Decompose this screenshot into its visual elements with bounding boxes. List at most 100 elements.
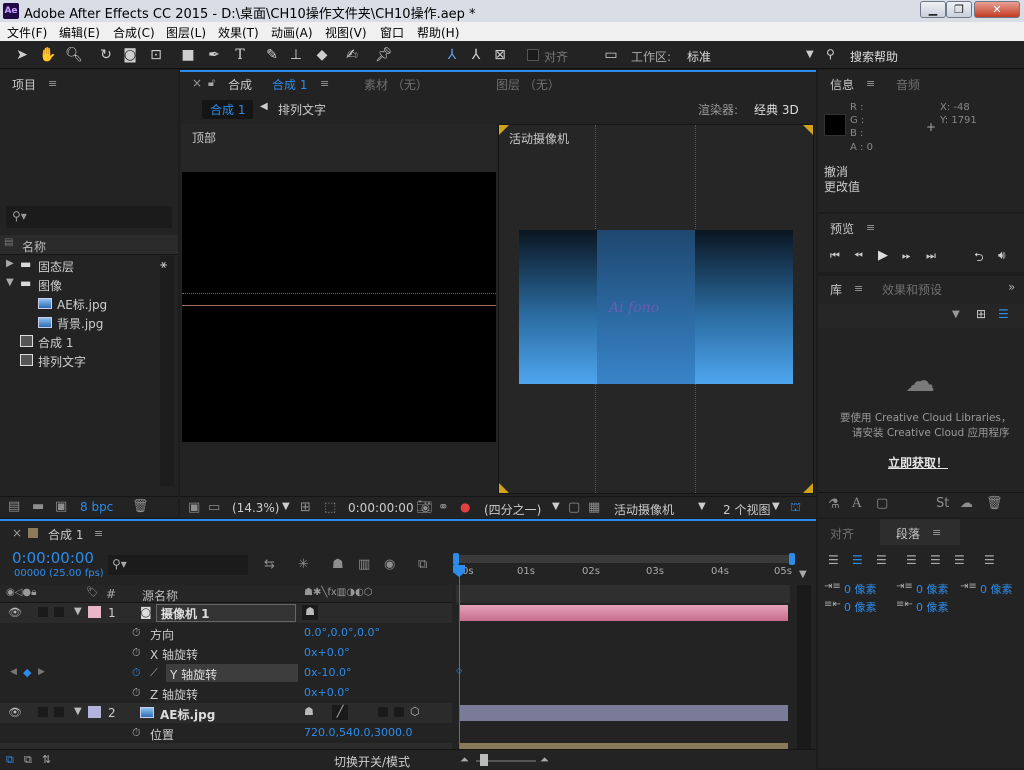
camera-select[interactable]: 活动摄像机 [614,501,674,518]
zoom-select[interactable]: (14.3%) [232,501,279,515]
last-frame-icon[interactable]: ⏭ [926,249,936,263]
time-ruler[interactable]: 0s 01s 02s 03s 04s 05s [456,565,792,583]
clone-stamp-tool-icon[interactable]: ⊥ [286,45,306,65]
pan-behind-tool-icon[interactable]: ⊡ [146,45,166,65]
layer-name[interactable]: AE标.jpg [160,706,215,723]
work-area-bar[interactable] [456,585,790,603]
tab-preview[interactable]: 预览 [830,220,854,237]
switch-toggle[interactable] [378,707,388,717]
snap-checkbox[interactable] [527,49,539,61]
add-content-icon[interactable]: ⚗ [828,497,840,512]
camera-tool-icon[interactable]: ◙ [120,45,140,65]
panel-menu-icon[interactable]: ≡ [48,77,57,90]
in-out-pane-icon[interactable]: ⇅ [42,753,51,766]
dropdown-icon[interactable]: ▼ [698,501,706,512]
align-left-icon[interactable]: ☰ [828,553,839,567]
layer-label-color[interactable] [88,706,101,718]
property-value[interactable]: 0x+0.0° [304,646,350,659]
workspace-select[interactable]: 标准 [687,48,815,65]
layer-name[interactable]: 摄像机 1 [156,604,296,622]
dropdown-icon[interactable]: ▼ [552,501,560,512]
stopwatch-icon[interactable]: ⏱︎ [132,646,141,660]
shy-switch-icon[interactable]: ☗ [302,605,318,620]
align-right-icon[interactable]: ☰ [876,553,887,567]
navigator-end-handle[interactable] [789,553,795,565]
zoom-slider-handle[interactable] [480,754,488,766]
tab-layer[interactable]: 图层 （无） [496,76,560,93]
panel-menu-icon[interactable]: ≡ [854,282,863,295]
project-scrollbar[interactable] [160,256,174,486]
tab-timeline-comp[interactable]: 合成 1 [48,526,83,543]
motion-blur-icon[interactable]: ◉ [384,557,395,572]
grid-view-icon[interactable]: ⊞ [976,307,986,321]
quality-switch-icon[interactable]: ╱ [332,705,348,720]
flowchart-icon[interactable]: ⚹ [160,257,167,272]
project-search-input[interactable]: ⚲▾ [6,206,172,228]
active-camera-view[interactable]: 活动摄像机 Ai fono [498,124,814,494]
table-row[interactable]: ⏱︎ 方向 0.0°,0.0°,0.0° [0,623,452,643]
list-item[interactable]: AE标.jpg [0,294,160,313]
shy-switch-icon[interactable]: ☗ [304,705,314,718]
first-line-indent-value[interactable]: 0 像素 [980,581,1013,597]
layer-bar-image[interactable] [460,705,788,721]
navigator-start-handle[interactable] [453,553,459,565]
adobe-stock-icon[interactable]: St [936,496,949,511]
draft-3d-icon[interactable]: ✳ [298,557,309,572]
monitor-icon[interactable]: ▭ [208,500,220,515]
dropdown-icon[interactable]: ▼ [772,501,780,512]
lock-toggle[interactable] [54,707,64,717]
collapse-icon[interactable]: ▼ [74,606,82,617]
visibility-icon[interactable]: 👁︎ [8,706,22,719]
resolution-select[interactable]: (四分之一) [484,501,541,518]
timeline-timecode[interactable]: 0:00:00:00 [12,549,94,567]
region-of-interest-icon[interactable]: ▢ [568,500,580,515]
tab-library[interactable]: 库 [830,281,842,298]
panel-menu-icon[interactable]: ≡ [866,77,875,90]
menu-effect[interactable]: 效果(T) [218,24,259,41]
stopwatch-icon[interactable]: ⏱︎ [132,666,141,680]
switch-toggle[interactable] [394,707,404,717]
top-view[interactable]: 顶部 [182,124,496,442]
trash-icon[interactable]: 🗑︎ [132,499,149,514]
table-row[interactable]: ⏱︎ 位置 720.0,540.0,3000.0 [0,723,452,743]
color-channels-icon[interactable]: ● [460,500,470,514]
visibility-icon[interactable]: 👁︎ [8,606,22,619]
collapse-icon[interactable]: ▼ [6,277,14,288]
table-row[interactable]: 👁︎ ▼ 1 ◙ 摄像机 1 ☗ [0,603,452,623]
justify-all-icon[interactable]: ☰ [984,553,995,567]
world-axis-icon[interactable]: ⅄ [466,45,486,65]
indent-right-value[interactable]: 0 像素 [844,599,877,615]
interpret-footage-icon[interactable]: ▤ [8,499,20,514]
close-tab-icon[interactable]: × [192,76,202,90]
bpc-label[interactable]: 8 bpc [80,500,113,514]
panel-menu-icon[interactable]: ≡ [866,221,875,234]
close-icon[interactable]: ✕ [974,1,1020,18]
stopwatch-icon[interactable]: ⏱︎ [132,686,141,700]
new-folder-icon[interactable]: ▬ [32,499,44,514]
table-row[interactable]: ⏱︎ Z 轴旋转 0x+0.0° [0,683,452,703]
transparency-grid-icon[interactable]: ▦ [588,500,600,515]
table-row[interactable]: 👁︎ ▼ 2 AE标.jpg ☗ ╱ ⬡ [0,703,452,723]
space-after-value[interactable]: 0 像素 [916,599,949,615]
eraser-tool-icon[interactable]: ◆ [312,45,332,65]
tab-align[interactable]: 对齐 [830,525,854,542]
add-keyframe-icon[interactable]: ◆ [23,666,31,679]
time-navigator[interactable] [453,553,795,565]
view-layout-select[interactable]: 2 个视图 [723,501,770,518]
local-axis-icon[interactable]: ⅄ [442,45,462,65]
mask-visibility-icon[interactable]: ⬚ [324,500,336,515]
menu-file[interactable]: 文件(F) [7,24,47,41]
dropdown-icon[interactable]: ▼ [952,309,960,320]
tab-audio[interactable]: 音频 [896,76,920,93]
tab-effects-presets[interactable]: 效果和预设 [882,281,942,298]
puppet-pin-tool-icon[interactable]: 📌︎ [374,45,394,65]
menu-help[interactable]: 帮助(H) [417,24,459,41]
minimize-icon[interactable]: ▁ [920,1,946,18]
column-source-name[interactable]: 源名称 [142,587,178,604]
tab-project[interactable]: 项目 [12,76,36,93]
3d-layer-icon[interactable]: ⬡ [410,705,420,718]
table-row[interactable]: ⏱︎ X 轴旋转 0x+0.0° [0,643,452,663]
hand-tool-icon[interactable]: ✋ [38,45,58,65]
align-center-icon[interactable]: ☰ [852,553,863,567]
collapse-icon[interactable]: ▼ [74,706,82,717]
